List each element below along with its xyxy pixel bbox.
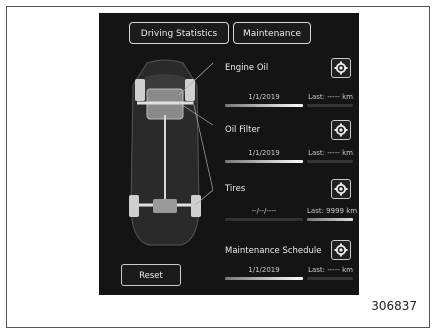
item-label-oil-filter: Oil Filter bbox=[225, 125, 261, 135]
item-label-tires: Tires bbox=[225, 184, 246, 194]
item-last-tires: Last: 9999 km bbox=[307, 207, 358, 215]
maintenance-screen: Driving Statistics Maintenance Engine Oi… bbox=[99, 13, 359, 295]
figure-number: 306837 bbox=[371, 299, 417, 313]
item-last-oil-filter: Last: ----- km bbox=[308, 149, 353, 157]
item-date-engine-oil: 1/1/2019 bbox=[248, 93, 280, 101]
gear-icon[interactable] bbox=[331, 120, 351, 140]
item-date-maintenance-schedule: 1/1/2019 bbox=[248, 266, 280, 274]
item-last-maintenance-schedule: Last: ----- km bbox=[308, 266, 353, 274]
item-last-engine-oil: Last: ----- km bbox=[308, 93, 353, 101]
date-bar-tires bbox=[225, 218, 303, 221]
reset-button[interactable]: Reset bbox=[121, 264, 181, 286]
distance-bar-oil-filter bbox=[307, 160, 353, 163]
tab-maintenance[interactable]: Maintenance bbox=[233, 22, 311, 44]
date-bar-maintenance-schedule bbox=[225, 277, 303, 280]
date-bar-oil-filter bbox=[225, 160, 303, 163]
gear-icon[interactable] bbox=[331, 179, 351, 199]
gear-icon[interactable] bbox=[331, 240, 351, 260]
item-date-tires: --/--/---- bbox=[251, 207, 277, 215]
item-label-engine-oil: Engine Oil bbox=[225, 63, 269, 73]
distance-bar-tires bbox=[307, 218, 353, 221]
gear-icon[interactable] bbox=[331, 58, 351, 78]
car-chassis-icon bbox=[129, 59, 213, 246]
date-bar-engine-oil bbox=[225, 104, 303, 107]
item-label-maintenance-schedule: Maintenance Schedule bbox=[225, 246, 322, 256]
distance-bar-engine-oil bbox=[307, 104, 353, 107]
tab-driving-statistics[interactable]: Driving Statistics bbox=[129, 22, 229, 44]
distance-bar-maintenance-schedule bbox=[307, 277, 353, 280]
item-date-oil-filter: 1/1/2019 bbox=[248, 149, 280, 157]
figure-frame: Driving Statistics Maintenance Engine Oi… bbox=[6, 6, 430, 328]
